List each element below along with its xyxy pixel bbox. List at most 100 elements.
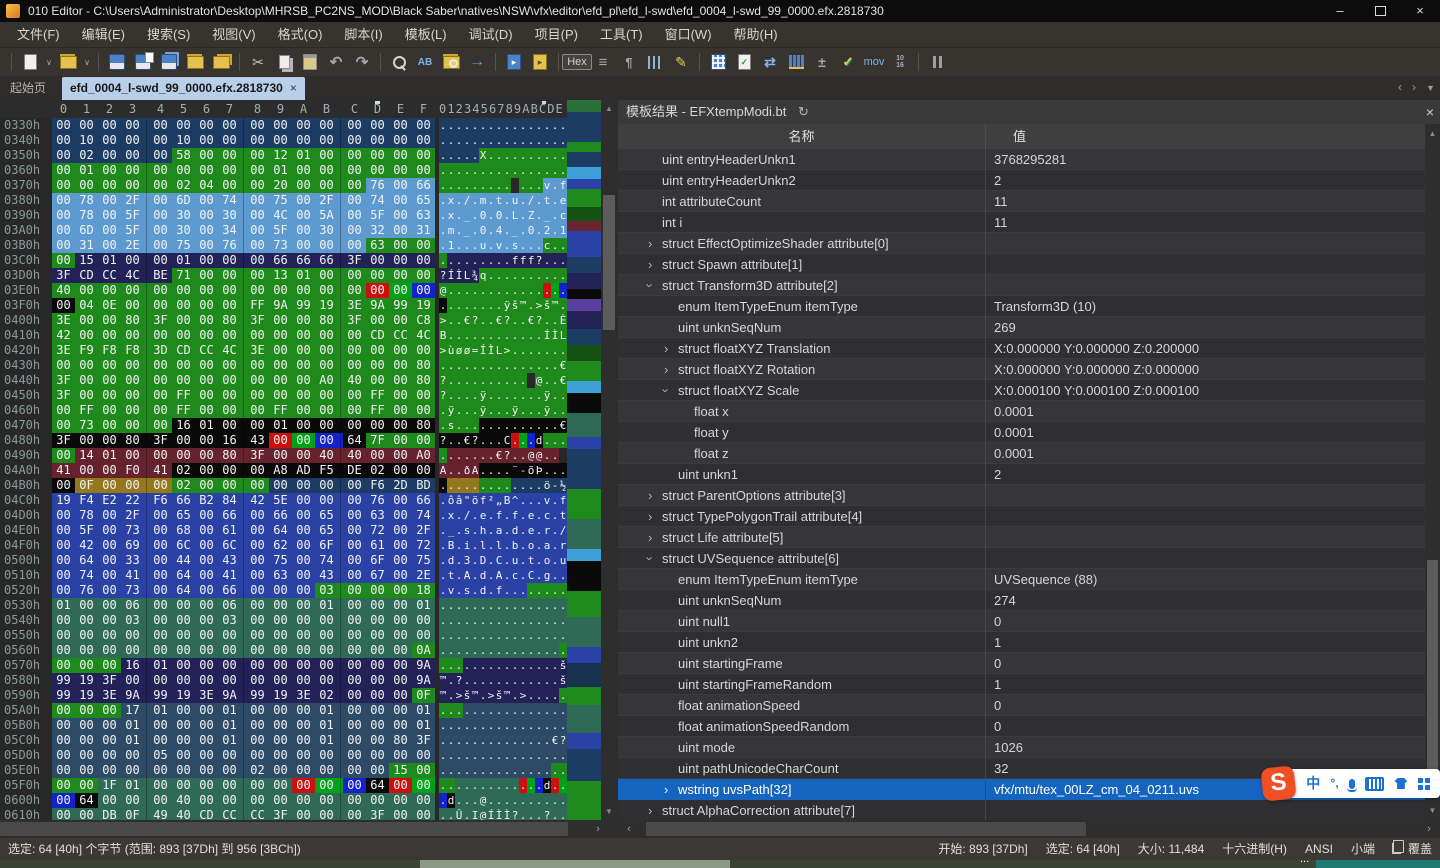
- hex-byte[interactable]: 2F: [315, 193, 338, 208]
- template-row[interactable]: enum ItemTypeEnum itemTypeUVSequence (88…: [618, 569, 1425, 590]
- ascii-char[interactable]: .: [471, 568, 479, 583]
- ascii-char[interactable]: .: [527, 133, 535, 148]
- ascii-char[interactable]: .: [551, 493, 559, 508]
- hex-byte[interactable]: 00: [121, 373, 144, 388]
- ascii-char[interactable]: .: [527, 418, 535, 433]
- hex-byte[interactable]: 00: [412, 148, 435, 163]
- hex-byte[interactable]: 00: [52, 658, 75, 673]
- hex-byte[interactable]: 74: [412, 508, 435, 523]
- ascii-char[interactable]: .: [487, 643, 495, 658]
- hex-byte[interactable]: 00: [121, 403, 144, 418]
- hex-byte[interactable]: 00: [246, 583, 269, 598]
- template-row[interactable]: ›struct Transform3D attribute[2]: [618, 275, 1425, 296]
- hex-byte[interactable]: 9A: [366, 298, 389, 313]
- ascii-char[interactable]: .: [455, 463, 463, 478]
- template-row[interactable]: uint null10: [618, 611, 1425, 632]
- hex-byte[interactable]: 01: [315, 703, 338, 718]
- hex-byte[interactable]: 00: [121, 793, 144, 808]
- template-row[interactable]: uint entryHeaderUnkn13768295281: [618, 149, 1425, 170]
- hex-byte[interactable]: 00: [121, 358, 144, 373]
- hex-byte[interactable]: 80: [218, 313, 241, 328]
- ascii-char[interactable]: m: [479, 193, 487, 208]
- hex-byte[interactable]: 00: [75, 658, 98, 673]
- hex-byte[interactable]: 00: [269, 133, 292, 148]
- hex-byte[interactable]: 00: [389, 193, 412, 208]
- chevron-right-icon[interactable]: ›: [648, 527, 652, 548]
- hex-byte[interactable]: 9A: [121, 688, 144, 703]
- ascii-char[interactable]: s: [463, 523, 471, 538]
- hex-byte[interactable]: 41: [218, 568, 241, 583]
- ascii-char[interactable]: .: [495, 148, 503, 163]
- ascii-char[interactable]: .: [535, 358, 543, 373]
- hex-byte[interactable]: 01: [75, 163, 98, 178]
- hex-byte[interactable]: 58: [172, 148, 195, 163]
- ascii-char[interactable]: .: [551, 118, 559, 133]
- hex-byte[interactable]: 00: [149, 298, 172, 313]
- hex-byte[interactable]: 4C: [218, 343, 241, 358]
- ascii-char[interactable]: .: [535, 403, 543, 418]
- hex-byte[interactable]: 2F: [412, 523, 435, 538]
- hex-byte[interactable]: FF: [246, 298, 269, 313]
- hex-byte[interactable]: 40: [315, 448, 338, 463]
- ascii-char[interactable]: .: [511, 448, 519, 463]
- ascii-char[interactable]: .: [551, 433, 559, 448]
- hex-byte[interactable]: 00: [149, 508, 172, 523]
- ascii-char[interactable]: .: [543, 613, 551, 628]
- ascii-char[interactable]: .: [551, 583, 559, 598]
- ascii-char[interactable]: .: [487, 373, 495, 388]
- ascii-char[interactable]: ": [463, 493, 471, 508]
- ascii-char[interactable]: >: [503, 343, 511, 358]
- ascii-char[interactable]: .: [495, 268, 503, 283]
- hex-byte[interactable]: 00: [98, 283, 121, 298]
- base-converter-button[interactable]: 10 16: [887, 50, 913, 74]
- ascii-char[interactable]: a: [495, 523, 503, 538]
- ascii-char[interactable]: .: [519, 793, 527, 808]
- hex-row[interactable]: 0470h00730000001601000001000000000080.s.…: [0, 418, 601, 433]
- ascii-char[interactable]: .: [495, 673, 503, 688]
- ascii-char[interactable]: .: [439, 658, 447, 673]
- ascii-char[interactable]: .: [495, 403, 503, 418]
- template-row[interactable]: float animationSpeed0: [618, 695, 1425, 716]
- hex-byte[interactable]: 00: [343, 508, 366, 523]
- hex-byte[interactable]: 00: [412, 463, 435, 478]
- ascii-char[interactable]: .: [487, 538, 495, 553]
- ascii-char[interactable]: .: [503, 553, 511, 568]
- status-item-5[interactable]: 小端: [1351, 838, 1375, 860]
- ascii-char[interactable]: .: [559, 643, 567, 658]
- hex-byte[interactable]: 00: [195, 568, 218, 583]
- hex-byte[interactable]: 00: [195, 508, 218, 523]
- template-row[interactable]: ›struct Life attribute[5]: [618, 527, 1425, 548]
- hex-byte[interactable]: 02: [246, 763, 269, 778]
- hex-byte[interactable]: 00: [121, 328, 144, 343]
- ascii-char[interactable]: .: [535, 328, 543, 343]
- hex-byte[interactable]: 63: [366, 508, 389, 523]
- ascii-char[interactable]: .: [543, 448, 551, 463]
- ascii-char[interactable]: .: [471, 763, 479, 778]
- ascii-char[interactable]: t: [495, 193, 503, 208]
- ascii-char[interactable]: .: [479, 703, 487, 718]
- ascii-char[interactable]: .: [455, 733, 463, 748]
- highlight-button[interactable]: ✎: [668, 50, 694, 74]
- ascii-char[interactable]: .: [535, 478, 543, 493]
- ascii-char[interactable]: .: [463, 748, 471, 763]
- hex-byte[interactable]: 00: [366, 448, 389, 463]
- hex-row[interactable]: 05F0h00001F01000000000000000000640000...…: [0, 778, 601, 793]
- template-row[interactable]: ›struct floatXYZ RotationX:0.000000 Y:0.…: [618, 359, 1425, 380]
- hex-byte[interactable]: 5F: [75, 523, 98, 538]
- ascii-char[interactable]: ?: [439, 433, 447, 448]
- hex-row[interactable]: 0540h00000003000000030000000000000000...…: [0, 613, 601, 628]
- ascii-char[interactable]: .: [527, 733, 535, 748]
- hex-byte[interactable]: 02: [315, 688, 338, 703]
- hex-byte[interactable]: 00: [98, 463, 121, 478]
- ascii-char[interactable]: @: [479, 793, 487, 808]
- hex-byte[interactable]: 00: [366, 253, 389, 268]
- hex-byte[interactable]: 74: [218, 193, 241, 208]
- hex-byte[interactable]: 01: [315, 718, 338, 733]
- hex-byte[interactable]: 00: [172, 163, 195, 178]
- hex-byte[interactable]: 10: [75, 133, 98, 148]
- hex-byte[interactable]: 30: [172, 208, 195, 223]
- hex-byte[interactable]: 5F: [269, 223, 292, 238]
- ascii-char[interactable]: .: [447, 373, 455, 388]
- hex-byte[interactable]: 00: [246, 403, 269, 418]
- hex-byte[interactable]: 00: [218, 793, 241, 808]
